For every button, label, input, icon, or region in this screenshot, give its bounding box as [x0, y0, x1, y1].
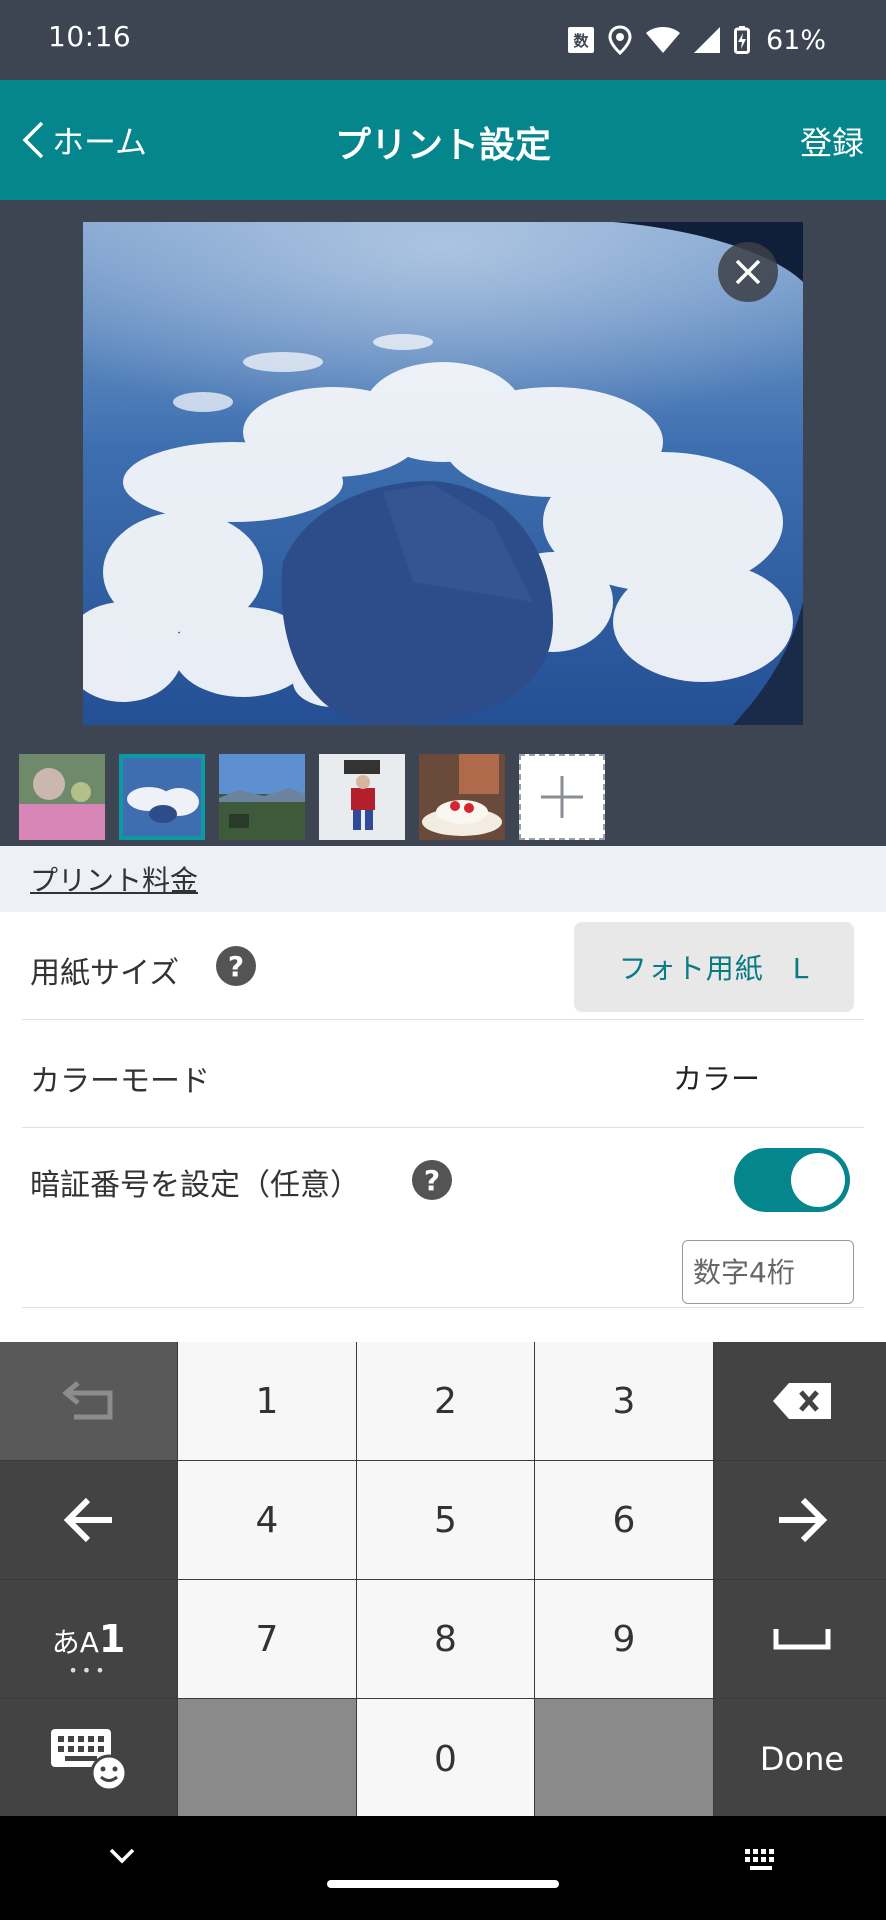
preview-area: [0, 200, 886, 846]
mode-dots: •••: [68, 1661, 109, 1680]
location-icon: [608, 25, 632, 55]
undo-key[interactable]: [0, 1342, 177, 1460]
status-time: 10:16: [48, 20, 132, 53]
space-icon: [773, 1629, 831, 1650]
toggle-knob: [791, 1153, 845, 1207]
paper-size-row: 用紙サイズ ? フォト用紙 L: [22, 912, 864, 1020]
battery-charging-icon: [733, 26, 750, 54]
pin-row: 暗証番号を設定（任意） ?: [22, 1128, 864, 1308]
backspace-icon: [773, 1383, 831, 1419]
home-gesture-handle[interactable]: [327, 1880, 559, 1888]
emoji-keyboard-key[interactable]: [0, 1699, 177, 1819]
key-3[interactable]: 3: [535, 1342, 713, 1460]
key-5[interactable]: 5: [357, 1461, 534, 1579]
help-icon[interactable]: ?: [216, 946, 256, 986]
done-label: Done: [759, 1740, 845, 1778]
key-2[interactable]: 2: [357, 1342, 534, 1460]
arrow-right-icon: [779, 1497, 828, 1543]
paper-size-button[interactable]: フォト用紙 L: [574, 922, 854, 1012]
keyboard-spacer: [178, 1699, 356, 1819]
pin-toggle[interactable]: [734, 1148, 850, 1212]
cursor-left-key[interactable]: [0, 1461, 177, 1579]
ime-indicator: 数: [567, 27, 594, 53]
system-nav-bar: [0, 1816, 886, 1920]
keyboard-switch-icon[interactable]: [744, 1848, 780, 1872]
color-mode-label: カラーモード: [30, 1064, 210, 1099]
thumbnail[interactable]: [419, 754, 505, 840]
keyboard-emoji-icon: [50, 1729, 127, 1791]
settings-panel: プリント料金 用紙サイズ ? フォト用紙 L カラーモード カラー 暗証番号を設…: [0, 846, 886, 1342]
key-9[interactable]: 9: [535, 1580, 713, 1698]
signal-icon: [693, 27, 720, 53]
key-7[interactable]: 7: [178, 1580, 356, 1698]
help-icon[interactable]: ?: [412, 1160, 452, 1200]
keyboard-spacer: [535, 1699, 713, 1819]
done-key[interactable]: Done: [714, 1699, 886, 1819]
input-mode-key[interactable]: あA1 •••: [0, 1580, 177, 1698]
plus-icon: [541, 776, 583, 818]
thumbnail[interactable]: [219, 754, 305, 840]
print-price-link[interactable]: プリント料金: [30, 859, 198, 899]
space-key[interactable]: [714, 1580, 886, 1698]
thumbnail[interactable]: [19, 754, 105, 840]
page-title: プリント設定: [334, 125, 551, 166]
key-6[interactable]: 6: [535, 1461, 713, 1579]
pin-label: 暗証番号を設定（任意）: [30, 1168, 360, 1203]
remove-photo-button[interactable]: [718, 242, 778, 302]
color-mode-row: カラーモード カラー: [22, 1020, 864, 1128]
wifi-icon: [645, 27, 680, 53]
key-0[interactable]: 0: [357, 1699, 534, 1819]
key-8[interactable]: 8: [357, 1580, 534, 1698]
arrow-left-icon: [63, 1497, 112, 1543]
chevron-down-icon[interactable]: [108, 1846, 136, 1866]
undo-icon: [61, 1381, 112, 1420]
numeric-keyboard: 1 2 3 4 5 6 あA1 ••• 7 8 9 0 Done: [0, 1342, 886, 1819]
key-4[interactable]: 4: [178, 1461, 356, 1579]
cursor-right-key[interactable]: [714, 1461, 886, 1579]
close-icon: [735, 259, 761, 285]
thumbnail-strip: [19, 754, 605, 840]
price-header: プリント料金: [0, 846, 886, 912]
backspace-key[interactable]: [714, 1342, 886, 1460]
color-mode-value[interactable]: カラー: [673, 1056, 760, 1098]
register-button[interactable]: 登録: [800, 118, 864, 164]
paper-size-label: 用紙サイズ: [30, 956, 180, 991]
thumbnail[interactable]: [319, 754, 405, 840]
pin-input[interactable]: [682, 1240, 854, 1304]
battery-percent: 61%: [765, 24, 826, 56]
add-photo-button[interactable]: [519, 754, 605, 840]
app-bar: ホーム プリント設定 登録: [0, 80, 886, 200]
input-mode-label: あA1: [51, 1617, 126, 1661]
preview-photo: [83, 222, 803, 725]
thumbnail-selected[interactable]: [119, 754, 205, 840]
status-bar: 10:16 数 61%: [0, 0, 886, 80]
key-1[interactable]: 1: [178, 1342, 356, 1460]
status-icons: 数 61%: [567, 18, 826, 62]
